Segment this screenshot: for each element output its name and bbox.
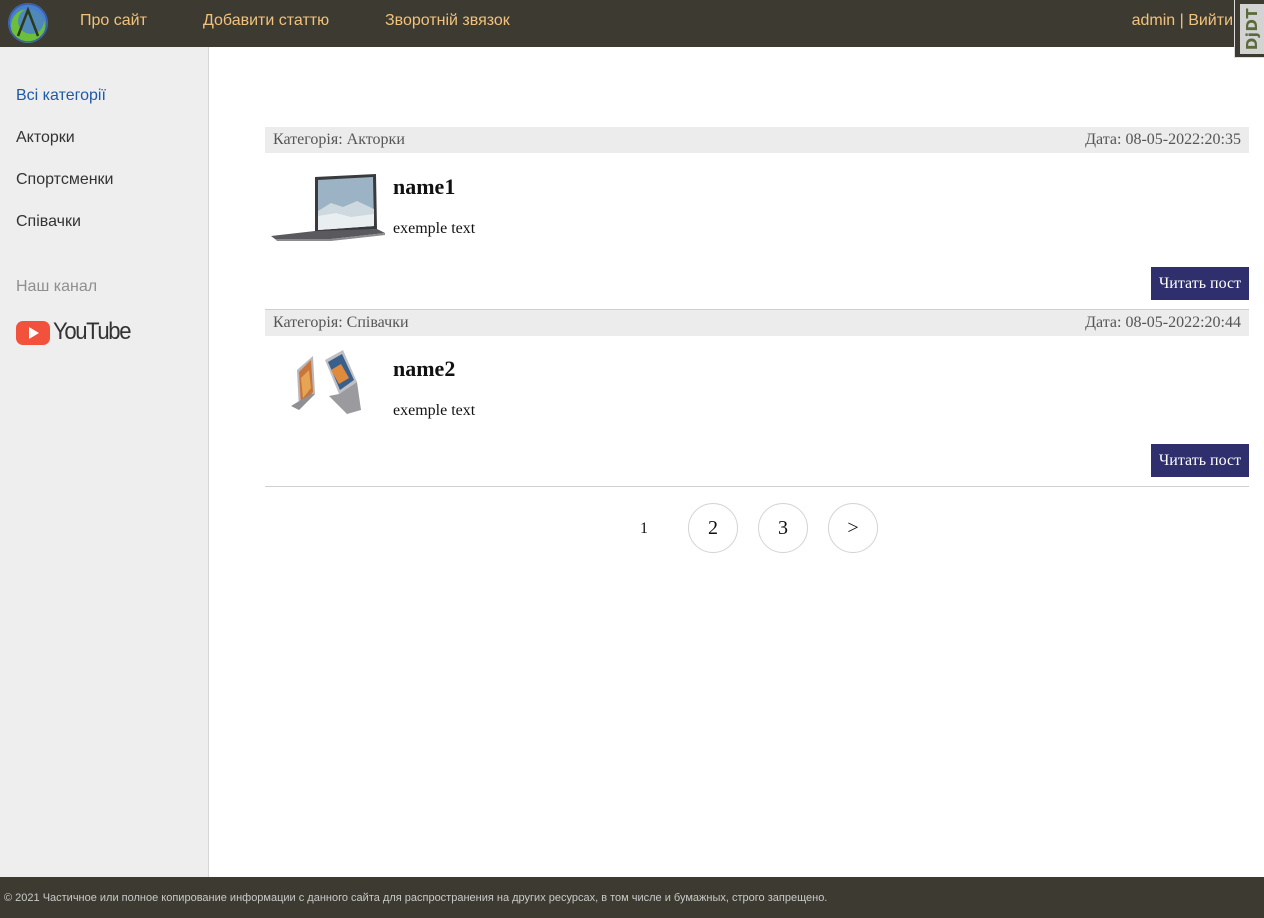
post-excerpt: exemple text xyxy=(393,402,476,419)
current-page: 1 xyxy=(640,520,648,537)
post-excerpt: exemple text xyxy=(393,220,476,237)
post-category: Категорія: Акторки xyxy=(273,131,405,148)
post-date: Дата: 08-05-2022:20:35 xyxy=(1085,131,1241,148)
username-link[interactable]: admin xyxy=(1132,12,1176,29)
read-post-button[interactable]: Читать пост xyxy=(1151,267,1249,300)
logout-link[interactable]: Вийти xyxy=(1188,12,1233,29)
youtube-link[interactable]: YouTube xyxy=(16,318,131,349)
user-separator: | xyxy=(1175,12,1189,29)
post-divider xyxy=(265,486,1249,487)
post-title[interactable]: name1 xyxy=(393,174,455,200)
channel-heading: Наш канал xyxy=(16,278,98,295)
sidebar-item-all-categories[interactable]: Всі категорії xyxy=(16,87,106,105)
read-post-button[interactable]: Читать пост xyxy=(1151,444,1249,477)
post-category: Категорія: Співачки xyxy=(273,314,409,331)
next-page-button[interactable]: > xyxy=(828,503,878,553)
post-meta-bar: Категорія: Співачки Дата: 08-05-2022:20:… xyxy=(265,310,1249,336)
user-area: admin | Вийти xyxy=(1132,12,1233,30)
top-header: Про сайт Добавити статтю Зворотній звязо… xyxy=(0,0,1264,47)
sidebar: Всі категорії Акторки Спортсменки Співач… xyxy=(0,47,209,877)
laptops-image xyxy=(291,350,361,414)
page-link-3[interactable]: 3 xyxy=(758,503,808,553)
sidebar-item-singers[interactable]: Співачки xyxy=(16,213,81,231)
footer: © 2021 Частичное или полное копирование … xyxy=(0,877,1264,918)
youtube-wordmark: YouTube xyxy=(53,318,131,345)
nav-about[interactable]: Про сайт xyxy=(80,12,147,30)
sidebar-item-sportswomen[interactable]: Спортсменки xyxy=(16,171,113,189)
youtube-play-icon xyxy=(16,321,50,345)
page-link-2[interactable]: 2 xyxy=(688,503,738,553)
sidebar-item-actresses[interactable]: Акторки xyxy=(16,129,75,147)
post-date: Дата: 08-05-2022:20:44 xyxy=(1085,314,1241,331)
copyright-text: © 2021 Частичное или полное копирование … xyxy=(4,892,828,904)
nav-add-article[interactable]: Добавити статтю xyxy=(203,12,329,30)
debug-toolbar-handle[interactable]: DjDT xyxy=(1234,0,1264,58)
debug-toolbar-label: DjDT xyxy=(1243,7,1261,51)
laptop-image xyxy=(271,174,385,241)
site-logo[interactable] xyxy=(7,2,49,44)
post-meta-bar: Категорія: Акторки Дата: 08-05-2022:20:3… xyxy=(265,127,1249,153)
debug-toolbar-tab: DjDT xyxy=(1240,4,1264,54)
nav-feedback[interactable]: Зворотній звязок xyxy=(385,12,510,30)
post-title[interactable]: name2 xyxy=(393,356,455,382)
